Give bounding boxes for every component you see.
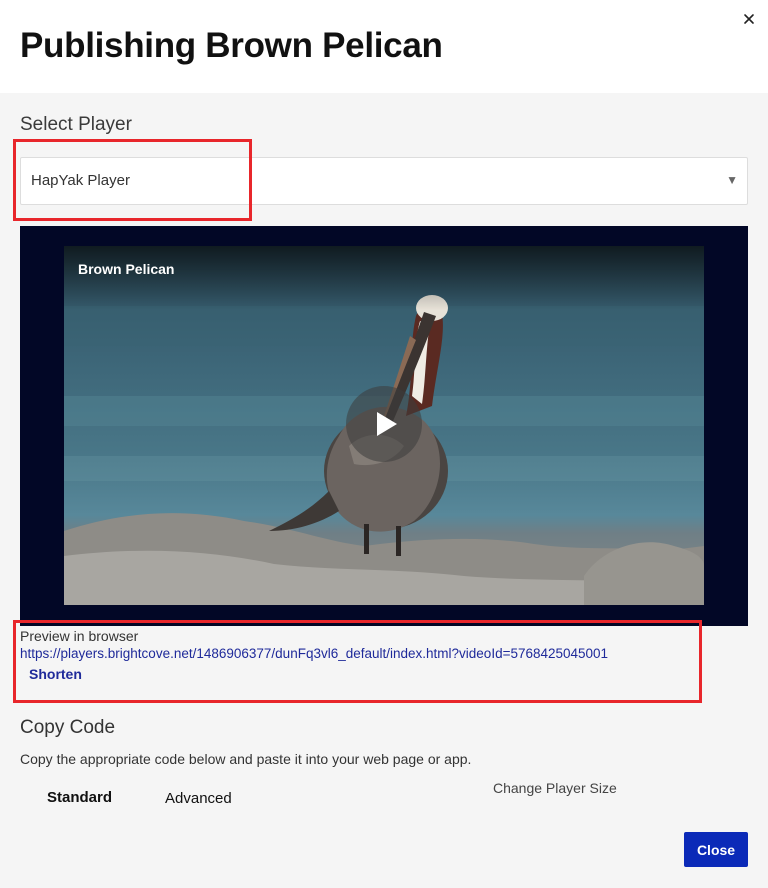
copy-code-description: Copy the appropriate code below and past…: [20, 751, 472, 767]
close-icon[interactable]: [741, 11, 759, 29]
select-player-label: Select Player: [20, 114, 132, 135]
video-player[interactable]: Brown Pelican: [64, 246, 704, 605]
change-player-size-link[interactable]: Change Player Size: [493, 780, 617, 796]
play-icon[interactable]: [346, 386, 422, 462]
preview-in-browser-label: Preview in browser: [20, 628, 139, 644]
close-button[interactable]: Close: [684, 832, 748, 867]
copy-code-heading: Copy Code: [20, 717, 116, 738]
tab-standard[interactable]: Standard: [47, 789, 112, 806]
video-title-bar: Brown Pelican: [64, 246, 704, 310]
page-title: Publishing Brown Pelican: [20, 26, 443, 65]
player-preview-frame: Brown Pelican: [20, 226, 748, 626]
tab-advanced[interactable]: Advanced: [165, 790, 232, 807]
modal-header: Publishing Brown Pelican: [0, 0, 768, 93]
shorten-link[interactable]: Shorten: [29, 666, 82, 682]
preview-url-link[interactable]: https://players.brightcove.net/148690637…: [20, 646, 608, 661]
caret-down-icon: ▼: [726, 173, 738, 187]
player-select-value: HapYak Player: [31, 172, 130, 189]
video-title: Brown Pelican: [78, 261, 175, 277]
player-select[interactable]: HapYak Player ▼: [20, 157, 748, 205]
